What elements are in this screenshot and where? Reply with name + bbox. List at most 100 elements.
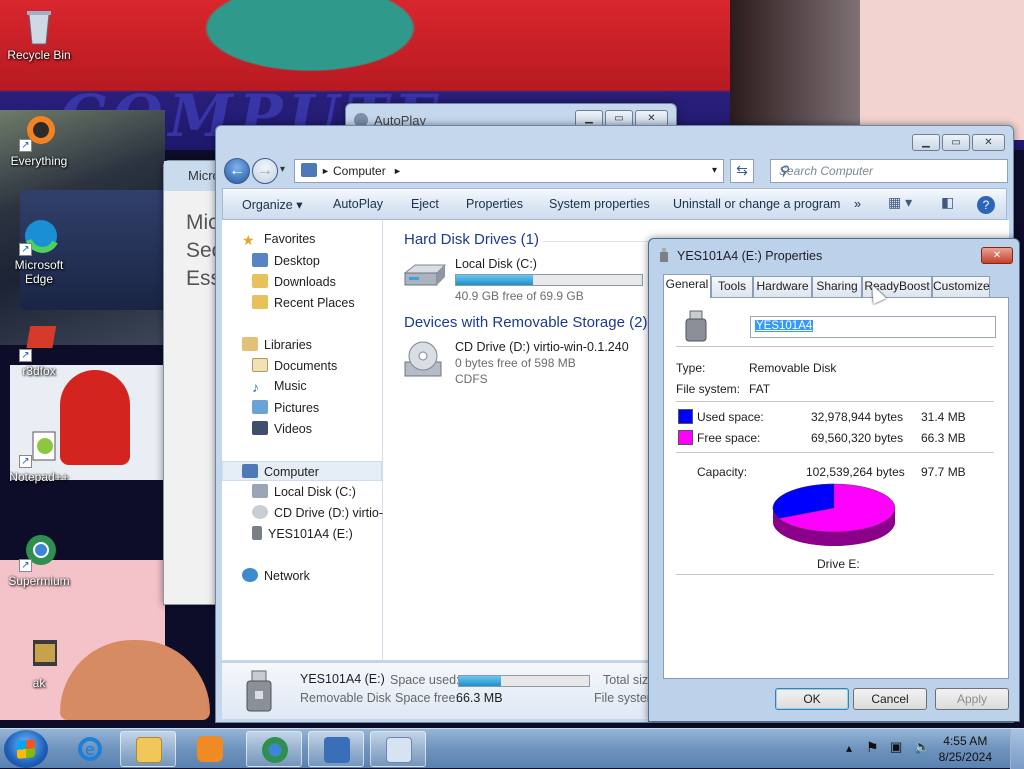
nav-pictures[interactable]: Pictures — [252, 400, 319, 420]
show-desktop-button[interactable] — [1010, 729, 1024, 769]
maximize-button[interactable]: ▭ — [942, 134, 970, 151]
browser-globe-icon — [262, 737, 288, 763]
nav-label: Documents — [274, 359, 338, 373]
nav-videos[interactable]: Videos — [252, 421, 312, 441]
filesystem-label: File system: — [676, 382, 741, 396]
volume-muted-icon[interactable]: 🔈 — [914, 739, 930, 755]
help-icon[interactable]: ? — [977, 196, 995, 214]
recent-pages-icon[interactable]: ▾ — [280, 164, 285, 175]
refresh-button[interactable]: ⇆ — [730, 159, 754, 183]
folder-icon — [136, 737, 162, 763]
nav-music[interactable]: ♪ Music — [252, 379, 307, 399]
nav-removable-e[interactable]: YES101A4 (E:) — [252, 526, 353, 546]
action-center-flag-icon[interactable]: ⚑ — [866, 739, 879, 756]
details-usage-bar — [458, 675, 590, 687]
tab-sharing[interactable]: Sharing — [812, 276, 862, 297]
apply-button[interactable]: Apply — [935, 688, 1009, 710]
eject-button[interactable]: Eject — [411, 197, 439, 211]
system-properties-button[interactable]: System properties — [549, 197, 650, 211]
taskbar-installer[interactable] — [308, 731, 364, 767]
desktop-icon-ak[interactable]: ak — [1, 634, 77, 690]
nav-network[interactable]: Network — [242, 568, 310, 588]
r3dfox-browser-icon: ↗ — [19, 322, 59, 362]
nav-downloads[interactable]: Downloads — [252, 274, 336, 294]
drive-usage-bar — [455, 274, 643, 286]
forward-button[interactable]: → — [252, 158, 278, 184]
properties-dialog[interactable]: YES101A4 (E:) Properties ✕ General Tools… — [648, 238, 1020, 722]
nav-local-disk-c[interactable]: Local Disk (C:) — [252, 484, 356, 504]
recent-places-icon — [252, 295, 268, 309]
desktop-icon-label: Everything — [10, 154, 68, 168]
desktop-icon-notepad-plus-plus[interactable]: ↗ Notepad++ — [1, 428, 77, 484]
edge-browser-icon: ↗ — [19, 216, 59, 256]
capacity-short: 97.7 MB — [921, 465, 966, 479]
tab-customize[interactable]: Customize — [932, 276, 990, 297]
group-header-removable[interactable]: Devices with Removable Storage (2) — [404, 314, 647, 331]
nav-desktop[interactable]: Desktop — [252, 253, 320, 273]
navigation-pane: ★ Favorites Desktop Downloads Recent Plac… — [222, 220, 392, 660]
type-label: Type: — [676, 361, 706, 375]
taskbar-windows-explorer[interactable] — [120, 731, 176, 767]
nav-libraries[interactable]: Libraries — [242, 337, 312, 357]
music-icon: ♪ — [252, 379, 259, 395]
taskbar-control-panel[interactable] — [370, 731, 426, 767]
nav-cd-drive-d[interactable]: CD Drive (D:) virtio-w — [252, 505, 392, 525]
minimize-button[interactable]: ▁ — [912, 134, 940, 151]
search-icon[interactable]: ⚲ — [779, 163, 1001, 179]
ok-button[interactable]: OK — [775, 688, 849, 710]
search-box[interactable]: Search Computer ⚲ — [770, 159, 1008, 183]
background-window[interactable]: Micro Mic Sec Ess — [163, 160, 223, 605]
breadcrumb-computer[interactable]: Computer — [333, 164, 386, 178]
desktop-icon-everything[interactable]: ↗ Everything — [1, 112, 77, 168]
group-header-hard-disks[interactable]: Hard Disk Drives (1) — [404, 231, 539, 248]
nav-label: Pictures — [274, 401, 320, 415]
address-bar[interactable]: ► Computer ► ▾ — [294, 159, 724, 183]
nav-computer[interactable]: Computer — [222, 461, 382, 481]
details-space-free-value: 66.3 MB — [456, 691, 503, 705]
back-button[interactable]: ← — [224, 158, 250, 184]
desktop-icon-label: r3dfox — [22, 364, 56, 378]
libraries-icon — [242, 337, 258, 351]
shortcut-arrow-icon: ↗ — [19, 139, 32, 152]
organize-button[interactable]: Organize ▾ — [242, 197, 302, 212]
desktop-icon-edge[interactable]: ↗ Microsoft Edge — [1, 216, 77, 286]
breadcrumb-chevron-icon[interactable]: ► — [393, 166, 402, 176]
drive-free-space: 40.9 GB free of 69.9 GB — [455, 289, 584, 303]
start-button[interactable] — [4, 730, 48, 768]
tab-hardware[interactable]: Hardware — [753, 276, 812, 297]
properties-button[interactable]: Properties — [466, 197, 523, 211]
drive-name-input[interactable]: YES101A4 — [750, 316, 996, 338]
desktop-icon-r3dfox[interactable]: ↗ r3dfox — [1, 322, 77, 378]
view-options-icon[interactable]: ▦ ▾ — [888, 194, 912, 211]
taskbar-internet-explorer[interactable]: e — [62, 731, 118, 767]
taskbar-browser[interactable] — [246, 731, 302, 767]
desktop-icon-recycle-bin[interactable]: Recycle Bin — [1, 6, 77, 62]
cancel-button[interactable]: Cancel — [853, 688, 927, 710]
clock[interactable]: 4:55 AM 8/25/2024 — [939, 733, 992, 765]
close-button[interactable]: ✕ — [981, 247, 1013, 264]
autoplay-button[interactable]: AutoPlay — [333, 197, 383, 211]
preview-pane-icon[interactable]: ◧ — [941, 194, 954, 211]
more-commands-button[interactable]: » — [854, 197, 861, 211]
tab-general[interactable]: General — [663, 274, 711, 298]
tab-tools[interactable]: Tools — [711, 276, 753, 297]
nav-documents[interactable]: Documents — [252, 358, 337, 378]
breadcrumb-chevron-icon[interactable]: ► — [321, 166, 330, 176]
desktop-icon-label: Recycle Bin — [7, 48, 71, 62]
details-type: Removable Disk — [300, 691, 392, 705]
usb-drive-icon — [252, 526, 262, 540]
close-button[interactable]: ✕ — [972, 134, 1005, 151]
drive-free-space: 0 bytes free of 598 MB — [455, 356, 576, 370]
nav-recent-places[interactable]: Recent Places — [252, 295, 355, 315]
free-space-short: 66.3 MB — [921, 431, 966, 445]
uninstall-program-button[interactable]: Uninstall or change a program — [673, 197, 840, 211]
usb-eject-icon[interactable]: ▣ — [890, 739, 902, 755]
desktop-icon-supermium[interactable]: ↗ Supermium — [1, 532, 77, 588]
taskbar-media-player[interactable] — [182, 731, 238, 767]
show-hidden-icons-button[interactable]: ▴ — [846, 741, 852, 755]
nav-favorites[interactable]: ★ Favorites — [242, 232, 315, 252]
drive-filesystem: CDFS — [455, 372, 488, 386]
capacity-label: Capacity: — [697, 465, 748, 479]
address-dropdown-icon[interactable]: ▾ — [712, 165, 717, 176]
desktop-icon — [252, 253, 268, 267]
